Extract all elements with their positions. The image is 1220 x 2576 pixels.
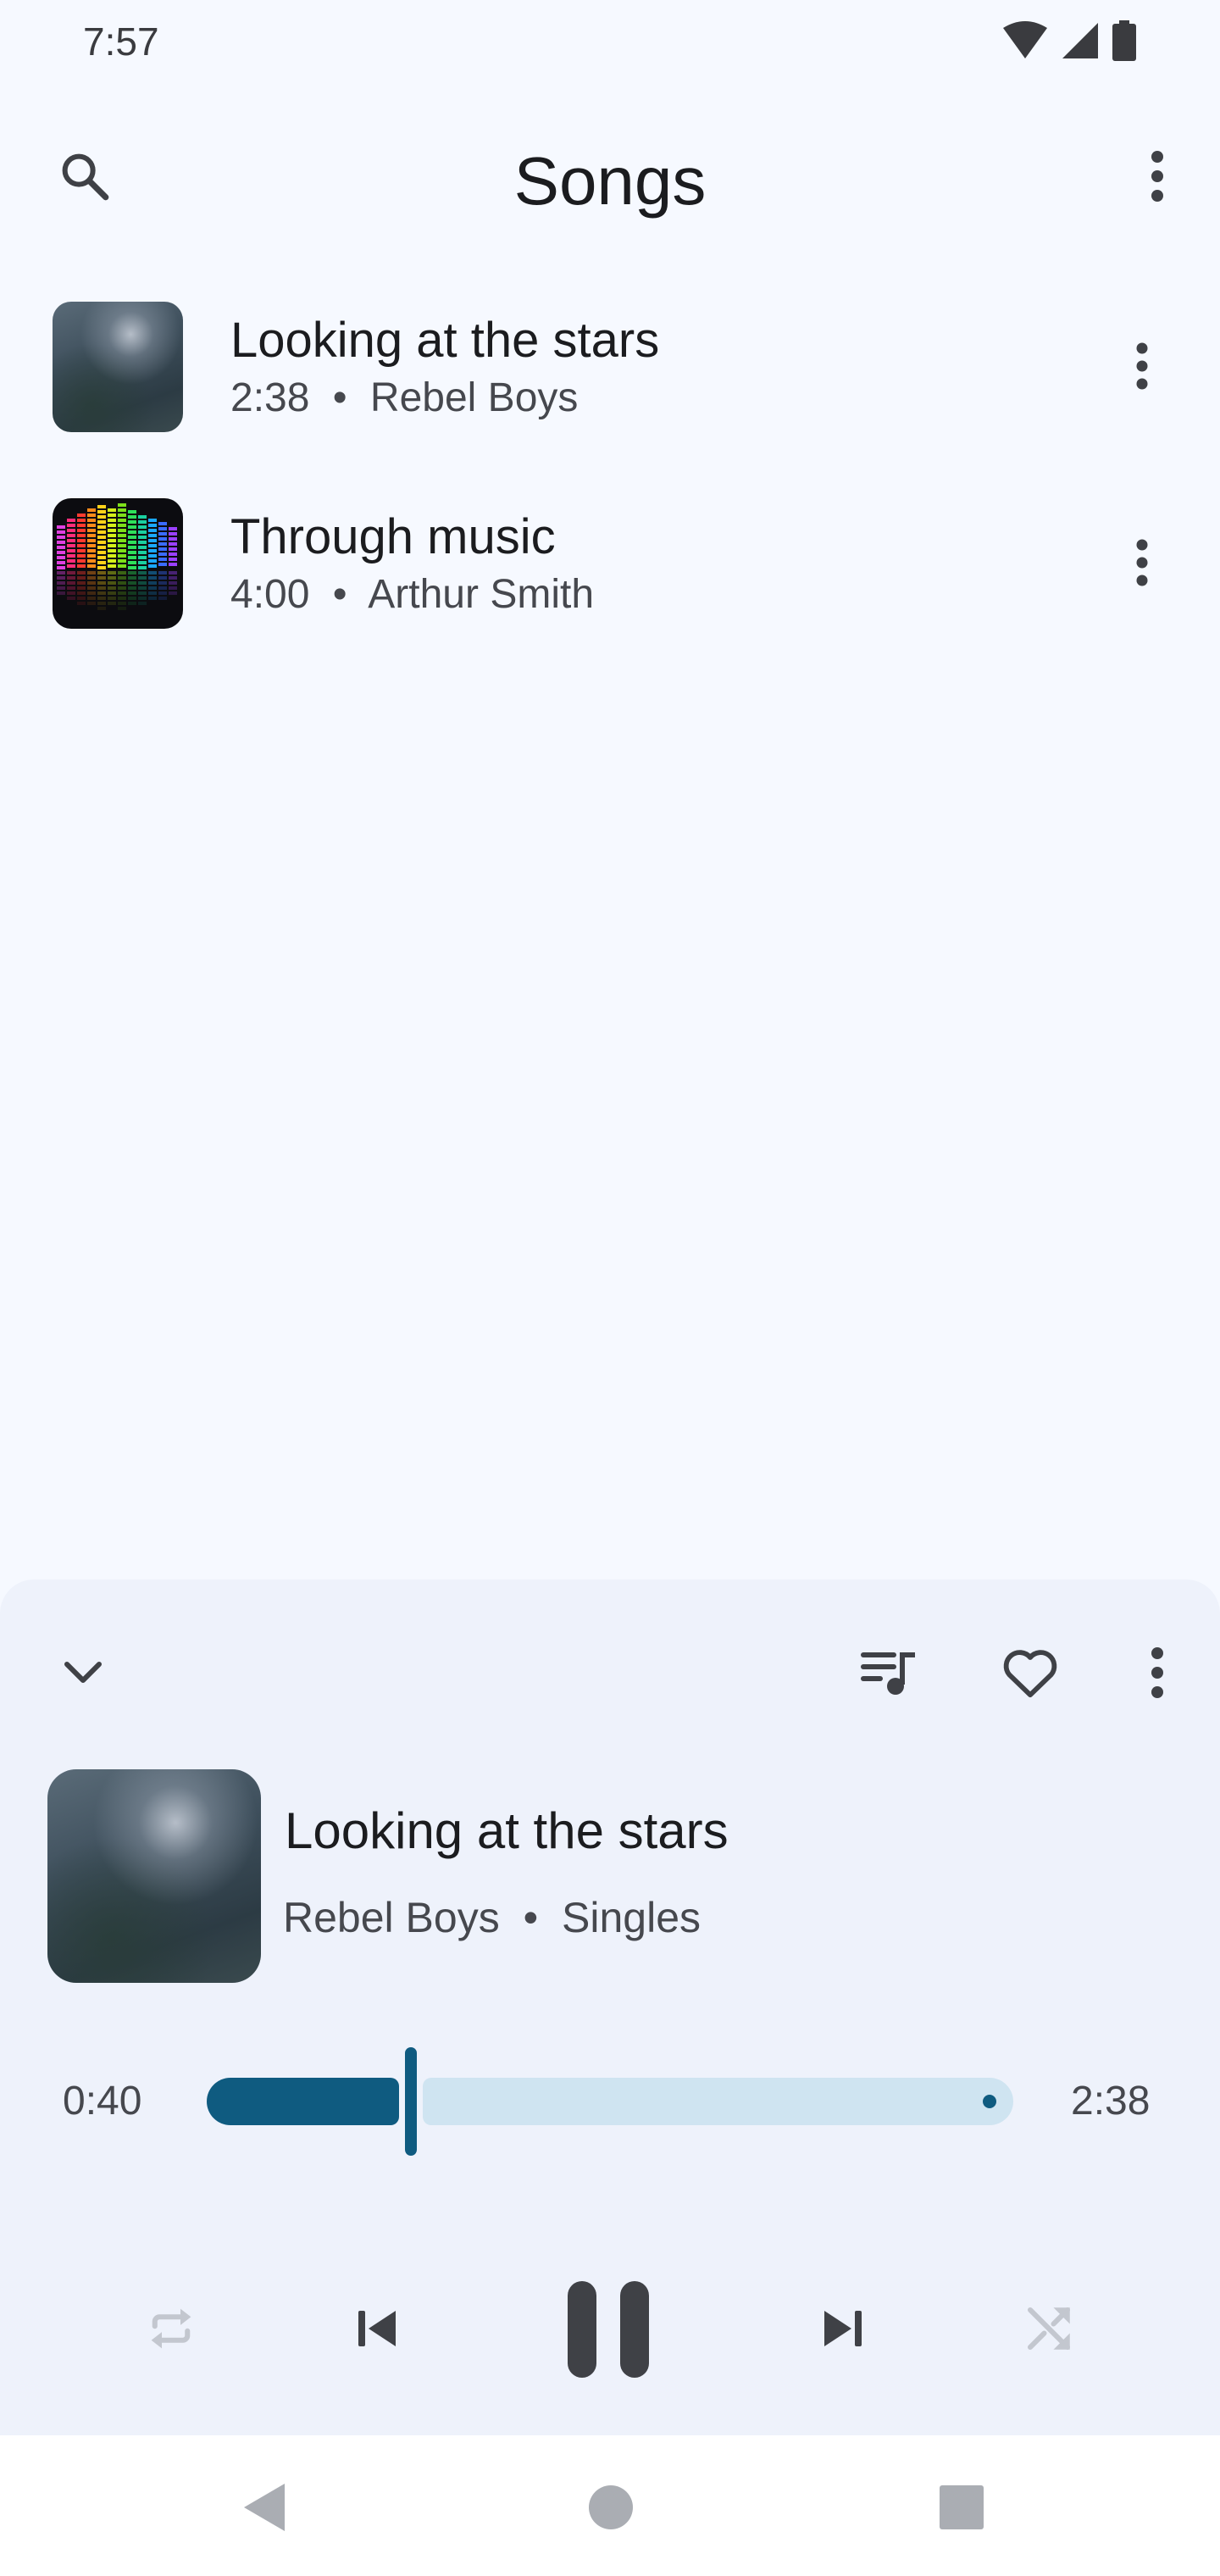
song-list-item[interactable]: Looking at the stars 2:38 • Rebel Boys — [0, 268, 1220, 464]
shuffle-icon — [1027, 2307, 1071, 2351]
queue-button[interactable] — [852, 1637, 923, 1708]
more-vert-icon — [1151, 1647, 1163, 1698]
starry-sky-artwork — [47, 1769, 261, 1983]
pause-button[interactable] — [542, 2274, 674, 2384]
back-button[interactable] — [225, 2469, 302, 2545]
system-nav-bar — [0, 2435, 1220, 2576]
wifi-icon — [1003, 21, 1047, 58]
song-artist: Rebel Boys — [369, 375, 579, 420]
signal-icon — [1062, 23, 1098, 58]
song-more-button[interactable] — [1106, 527, 1178, 598]
song-list-item[interactable]: Through music 4:00 • Arthur Smith — [0, 464, 1220, 661]
song-duration: 2:38 — [230, 375, 310, 420]
heart-outline-icon — [1003, 1650, 1057, 1698]
shuffle-button[interactable] — [1008, 2288, 1090, 2369]
more-vert-icon — [1136, 342, 1148, 390]
next-button[interactable] — [801, 2288, 883, 2369]
now-playing-artist: Rebel Boys — [283, 1894, 500, 1941]
pause-icon — [568, 2281, 649, 2378]
seek-bar[interactable] — [207, 2044, 1013, 2162]
chevron-down-icon — [64, 1662, 102, 1683]
skip-previous-icon — [358, 2311, 396, 2346]
status-time: 7:57 — [83, 19, 159, 64]
queue-music-icon — [861, 1652, 915, 1695]
song-title: Through music — [230, 509, 556, 564]
song-subtitle: 4:00 • Arthur Smith — [230, 571, 594, 618]
back-icon — [244, 2484, 285, 2531]
collapse-player-button[interactable] — [47, 1637, 119, 1708]
recents-button[interactable] — [923, 2469, 1000, 2545]
separator-dot: • — [332, 375, 347, 420]
song-more-button[interactable] — [1106, 330, 1178, 402]
equalizer-artwork — [53, 498, 183, 629]
starry-sky-artwork — [53, 302, 183, 432]
total-time: 2:38 — [1071, 2079, 1151, 2124]
repeat-icon — [151, 2308, 191, 2349]
seek-bar-progress — [207, 2078, 399, 2125]
home-icon — [589, 2485, 633, 2529]
seek-bar-end-dot — [983, 2095, 996, 2108]
separator-dot: • — [332, 572, 347, 617]
elapsed-time: 0:40 — [63, 2079, 142, 2124]
equalizer-bars — [57, 503, 177, 610]
previous-button[interactable] — [337, 2288, 419, 2369]
battery-icon — [1112, 20, 1136, 61]
now-playing-panel: Looking at the stars Rebel Boys • Single… — [0, 1579, 1220, 2435]
more-vert-icon — [1151, 151, 1163, 202]
recents-icon — [940, 2485, 984, 2529]
song-subtitle: 2:38 • Rebel Boys — [230, 375, 578, 421]
favorite-button[interactable] — [995, 1637, 1066, 1708]
now-playing-album: Singles — [562, 1894, 702, 1941]
song-duration: 4:00 — [230, 572, 310, 617]
page-title: Songs — [513, 143, 707, 219]
seek-bar-remaining — [423, 2078, 1013, 2125]
song-artist: Arthur Smith — [368, 572, 595, 617]
now-playing-title: Looking at the stars — [285, 1802, 729, 1859]
seek-bar-thumb[interactable] — [405, 2047, 417, 2156]
status-icons — [1001, 20, 1137, 61]
repeat-button[interactable] — [130, 2288, 212, 2369]
skip-next-icon — [824, 2311, 862, 2346]
player-more-button[interactable] — [1122, 1637, 1193, 1708]
now-playing-subtitle: Rebel Boys • Singles — [283, 1893, 701, 1942]
home-button[interactable] — [573, 2469, 649, 2545]
separator-dot: • — [523, 1894, 539, 1941]
more-vert-icon — [1136, 539, 1148, 586]
song-title: Looking at the stars — [230, 313, 660, 368]
more-options-button[interactable] — [1122, 141, 1193, 212]
